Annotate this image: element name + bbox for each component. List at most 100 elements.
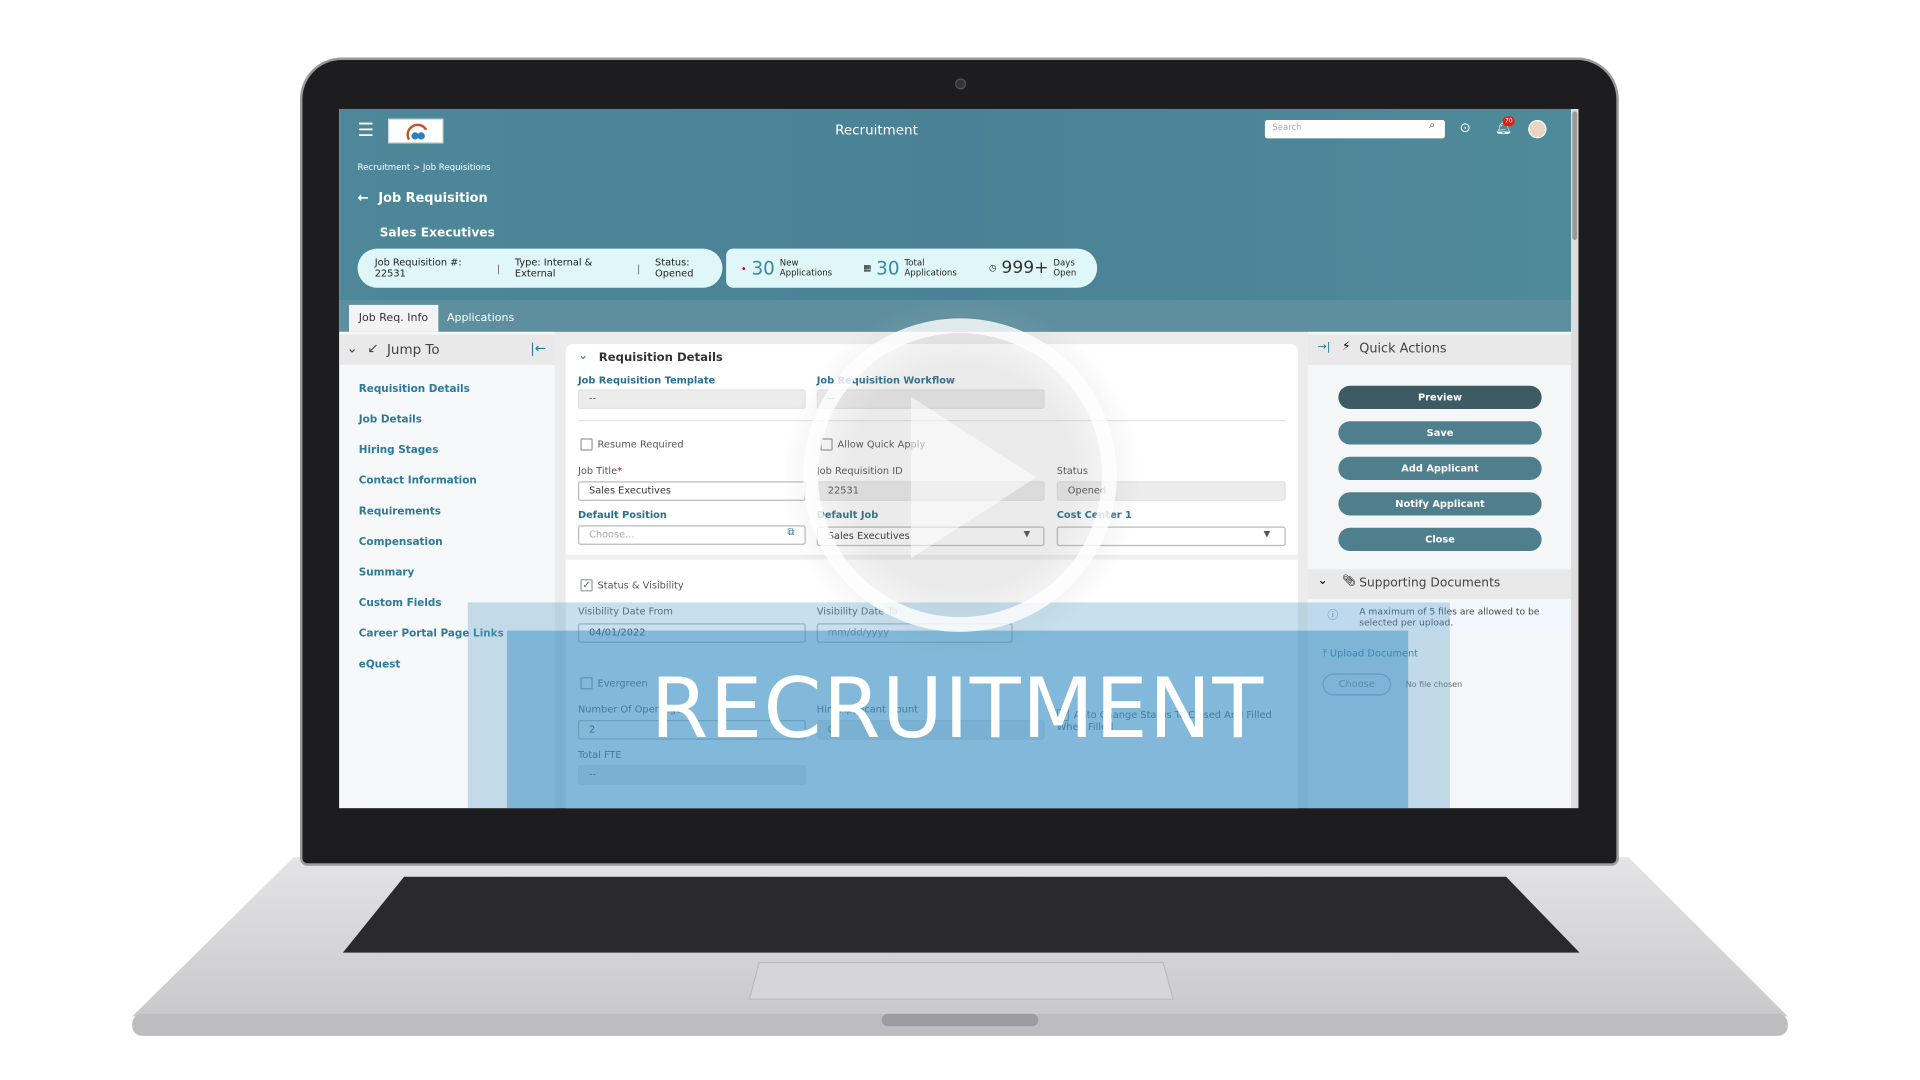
fte-field: -- <box>577 765 806 785</box>
workflow-field[interactable]: -- <box>816 389 1045 409</box>
info-icon: ⓘ <box>1327 609 1339 623</box>
save-button[interactable]: Save <box>1338 421 1542 445</box>
job-name: Sales Executives <box>379 226 495 241</box>
avatar[interactable] <box>1528 120 1547 139</box>
supporting-documents-header[interactable]: ⌄ 📎︎ Supporting Documents <box>1307 569 1572 599</box>
jump-item-compensation[interactable]: Compensation <box>359 536 443 548</box>
upload-label: Upload Document <box>1329 647 1419 659</box>
jump-item-requisition-details[interactable]: Requisition Details <box>359 383 470 395</box>
workflow-label: Job Requisition Workflow <box>816 374 955 386</box>
default-position-input[interactable]: Choose... <box>577 525 806 545</box>
jump-to-header: ⌄ ↙ Jump To |← <box>339 334 555 365</box>
days-label: Days Open <box>1053 258 1077 278</box>
total-count[interactable]: 30 <box>876 257 899 279</box>
choose-file-button[interactable]: Choose <box>1322 673 1392 696</box>
search-icon[interactable]: ⌕ <box>1429 120 1435 132</box>
jump-item-equest[interactable]: eQuest <box>359 659 401 671</box>
add-applicant-button[interactable]: Add Applicant <box>1338 456 1542 481</box>
hamburger-menu-icon[interactable]: ☰ <box>358 119 374 141</box>
jump-icon: ↙ <box>367 340 379 357</box>
upload-info: ⓘ A maximum of 5 files are allowed to be… <box>1307 600 1572 632</box>
jump-to-title: Jump To <box>386 341 440 358</box>
openings-input[interactable]: 2 <box>577 720 806 740</box>
days-count: 999+ <box>1001 258 1049 278</box>
upload-icon: ⤒ <box>1322 647 1330 659</box>
stats-pill: • 30 New Applications ▦ 30 Total Applica… <box>726 248 1098 288</box>
req-type: Type: Internal & External <box>514 257 593 280</box>
preview-button[interactable]: Preview <box>1338 385 1542 409</box>
total-label: Total Applications <box>904 258 957 278</box>
req-id-label: Job Requisition ID <box>816 465 903 477</box>
vis-from-input[interactable]: 04/01/2022 <box>577 623 806 643</box>
lookup-icon[interactable]: ⧉ <box>787 527 794 539</box>
expand-panel-icon[interactable]: →| <box>1318 342 1331 354</box>
upload-document[interactable]: ⤒ Upload Document <box>1322 648 1418 660</box>
close-button[interactable]: Close <box>1338 527 1542 552</box>
vis-to-label: Visibility Date To <box>816 606 898 618</box>
tab-applications[interactable]: Applications <box>437 305 524 332</box>
company-logo[interactable] <box>388 118 444 144</box>
req-number: Job Requisition #: 22531 <box>374 257 462 280</box>
req-id-field: 22531 <box>816 481 1045 501</box>
help-icon[interactable]: ⊙ <box>1460 120 1471 136</box>
hire-count-label: Hire Applicant Count <box>816 704 919 716</box>
hire-count-field: 0 <box>816 720 1045 740</box>
vis-to-input[interactable]: mm/dd/yyyy <box>816 623 1013 643</box>
cost-center-label: Cost Center 1 <box>1056 509 1132 521</box>
jump-item-contact-information[interactable]: Contact Information <box>359 475 477 487</box>
template-field[interactable]: -- <box>577 389 806 409</box>
documents-title: Supporting Documents <box>1359 576 1501 591</box>
breadcrumb[interactable]: Recruitment > Job Requisitions <box>358 163 491 173</box>
chevron-down-icon[interactable]: ⌄ <box>1318 574 1328 587</box>
evergreen-label: Evergreen <box>597 677 648 689</box>
job-title-label: Job Title* <box>578 465 622 476</box>
new-label: New Applications <box>779 258 833 278</box>
app-header: ☰ Recruitment Search ⌕ ⊙ 🔔︎ 70 Recruitme… <box>339 108 1572 301</box>
app-title: Recruitment <box>835 122 918 139</box>
notify-applicant-button[interactable]: Notify Applicant <box>1338 492 1542 516</box>
auto-change-checkbox[interactable]: Auto Change Status To Closed And Filled … <box>1056 708 1277 732</box>
section-title: Requisition Details <box>598 351 723 365</box>
status-field: Opened <box>1056 481 1286 501</box>
chevron-down-icon[interactable]: ⌄ <box>347 340 358 356</box>
applications-icon: ▦ <box>863 263 872 274</box>
paperclip-icon: 📎︎ <box>1342 575 1357 588</box>
default-position-label: Default Position <box>577 509 667 521</box>
openings-label: Number Of Openings <box>577 704 682 716</box>
template-label: Job Requisition Template <box>577 374 716 386</box>
new-count[interactable]: 30 <box>751 257 774 279</box>
req-status: Status: Opened <box>655 257 694 280</box>
jump-item-custom-fields[interactable]: Custom Fields <box>359 598 442 610</box>
video-thumbnail[interactable]: ☰ Recruitment Search ⌕ ⊙ 🔔︎ 70 Recruitme… <box>0 0 1920 1080</box>
keyboard <box>342 876 1580 953</box>
clock-icon: ◷ <box>989 263 997 274</box>
cost-center-select[interactable] <box>1056 526 1286 547</box>
jump-item-hiring-stages[interactable]: Hiring Stages <box>359 444 439 456</box>
evergreen-checkbox[interactable]: Evergreen <box>580 677 648 690</box>
tab-job-req-info[interactable]: Job Req. Info <box>348 304 438 332</box>
resume-required-checkbox[interactable]: Resume Required <box>580 438 684 451</box>
jump-item-summary[interactable]: Summary <box>359 567 415 579</box>
jump-to-panel: ⌄ ↙ Jump To |← Requisition Details Job D… <box>339 331 555 809</box>
page-title: Job Requisition <box>378 191 488 206</box>
new-dot-icon: • <box>740 262 747 274</box>
allow-quick-apply-checkbox[interactable]: Allow Quick Apply <box>820 438 925 451</box>
status-visibility-checkbox[interactable]: ✓ Status & Visibility <box>580 579 684 592</box>
job-title-input[interactable]: Sales Executives <box>577 481 806 501</box>
resume-required-label: Resume Required <box>597 438 684 451</box>
jump-item-career-portal-links[interactable]: Career Portal Page Links <box>359 628 504 640</box>
search-input[interactable]: Search <box>1264 120 1445 139</box>
jump-item-requirements[interactable]: Requirements <box>359 506 441 518</box>
jump-item-job-details[interactable]: Job Details <box>359 414 422 426</box>
trackpad <box>748 961 1174 1000</box>
back-arrow-icon[interactable]: ← <box>358 190 369 206</box>
chevron-down-icon[interactable]: ⌄ <box>578 349 588 362</box>
collapse-panel-icon[interactable]: |← <box>530 340 546 356</box>
notification-badge: 70 <box>1502 116 1516 127</box>
divider <box>577 420 1286 422</box>
camera <box>955 78 967 90</box>
default-job-label: Default Job <box>816 509 879 521</box>
requisition-details-card: ⌄ Requisition Details Job Requisition Te… <box>565 344 1298 809</box>
default-job-select[interactable]: Sales Executives <box>816 526 1045 547</box>
scrollbar-thumb[interactable] <box>1572 111 1578 241</box>
